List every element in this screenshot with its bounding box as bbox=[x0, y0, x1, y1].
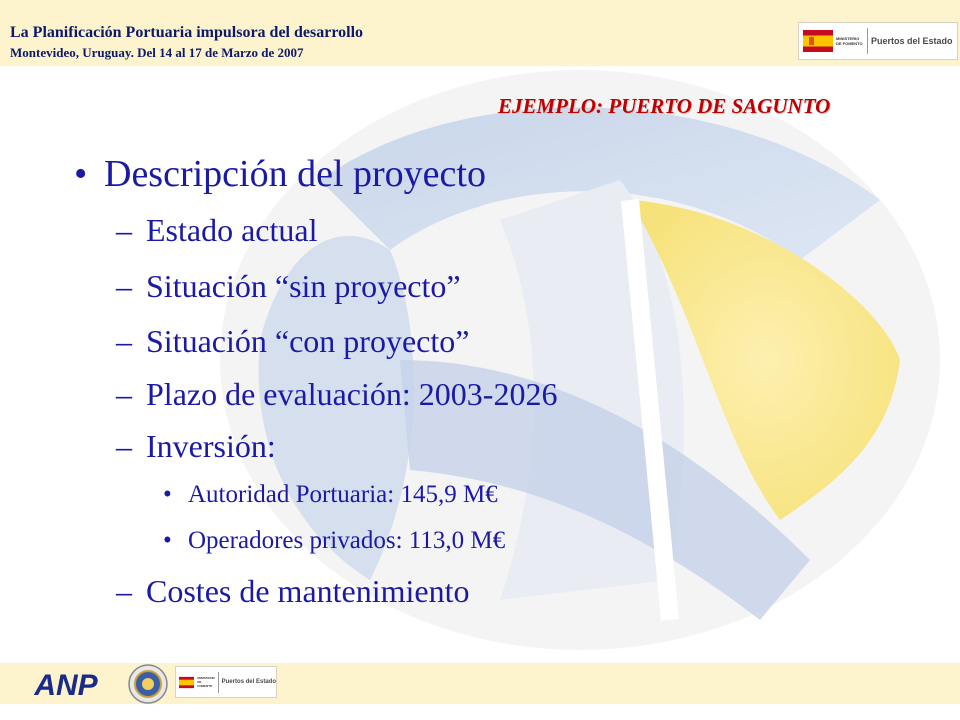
list-item-text: Estado actual bbox=[146, 212, 318, 248]
dash-icon: – bbox=[116, 573, 132, 609]
anp-logo-icon: ANP bbox=[33, 669, 98, 700]
sub-list-item-text: Operadores privados: 113,0 M€ bbox=[188, 527, 506, 554]
ministry-label: MINISTERIO DE FOMENTO bbox=[197, 676, 215, 688]
footer-logo: MINISTERIO DE FOMENTO Puertos del Estado bbox=[175, 666, 277, 698]
list-item-text: Inversión: bbox=[146, 428, 276, 464]
list-item-text: Plazo de evaluación: 2003-2026 bbox=[146, 376, 558, 412]
dash-icon: – bbox=[116, 268, 132, 304]
dash-icon: – bbox=[116, 376, 132, 412]
logo-divider bbox=[217, 671, 219, 693]
spain-flag-icon bbox=[179, 676, 195, 688]
sub-list-item-text: Autoridad Portuaria: 145,9 M€ bbox=[188, 481, 498, 508]
list-item-text: Situación “con proyecto” bbox=[146, 323, 470, 359]
puertos-del-estado-label: Puertos del Estado bbox=[221, 679, 276, 685]
heading-text: Descripción del proyecto bbox=[104, 153, 486, 195]
bullet-icon: • bbox=[163, 481, 172, 508]
dash-icon: – bbox=[116, 428, 132, 464]
list-item-text: Situación “sin proyecto” bbox=[146, 268, 461, 304]
list-item-text: Costes de mantenimiento bbox=[146, 573, 470, 609]
anp-logo-text: ANP bbox=[33, 669, 98, 700]
slide: La Planificación Portuaria impulsora del… bbox=[0, 0, 960, 720]
dash-icon: – bbox=[116, 212, 132, 248]
bullet-icon: • bbox=[74, 153, 88, 195]
slide-content: • Descripción del proyecto – Estado actu… bbox=[0, 0, 960, 720]
footer-bottom-strip bbox=[0, 704, 960, 720]
bullet-icon: • bbox=[163, 527, 172, 554]
seal-emblem-icon bbox=[128, 664, 168, 704]
dash-icon: – bbox=[116, 323, 132, 359]
